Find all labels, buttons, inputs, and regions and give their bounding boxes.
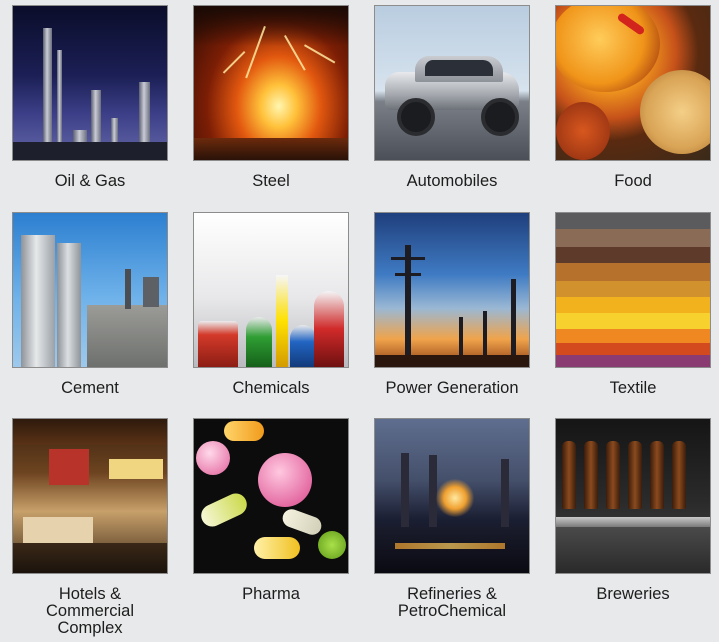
industry-tile-food[interactable]: Food xyxy=(555,5,719,200)
industry-tile-oil-gas[interactable]: Oil & Gas xyxy=(12,5,193,200)
industry-tile-automobiles[interactable]: Automobiles xyxy=(374,5,555,200)
industry-label: Automobiles xyxy=(406,172,498,190)
oil-gas-refinery-image xyxy=(12,5,168,161)
molten-steel-image xyxy=(193,5,349,161)
hotel-lobby-image xyxy=(12,418,168,574)
food-curry-image xyxy=(555,5,711,161)
industry-tile-pharma[interactable]: Pharma xyxy=(193,418,374,613)
car-image xyxy=(374,5,530,161)
industry-label: Pharma xyxy=(242,585,300,603)
industry-label: Refineries & PetroChemical xyxy=(397,585,507,620)
industry-label: Cement xyxy=(61,379,119,397)
industry-tile-chemicals[interactable]: Chemicals xyxy=(193,212,374,407)
industry-label: Power Generation xyxy=(385,379,519,397)
industry-tile-steel[interactable]: Steel xyxy=(193,5,374,200)
industry-label: Breweries xyxy=(596,585,670,603)
industries-grid: Oil & Gas Steel Automobiles Food Cement … xyxy=(0,0,719,642)
industry-label: Textile xyxy=(609,379,657,397)
cement-plant-image xyxy=(12,212,168,368)
pills-image xyxy=(193,418,349,574)
industry-label: Food xyxy=(614,172,652,190)
industry-tile-hotels-commercial-complex[interactable]: Hotels & Commercial Complex xyxy=(12,418,193,640)
industry-tile-breweries[interactable]: Breweries xyxy=(555,418,719,613)
industry-label: Chemicals xyxy=(232,379,310,397)
industry-label: Oil & Gas xyxy=(54,172,126,190)
fabric-layers-image xyxy=(555,212,711,368)
power-tower-image xyxy=(374,212,530,368)
industry-label: Hotels & Commercial Complex xyxy=(45,585,134,637)
industry-tile-power-generation[interactable]: Power Generation xyxy=(374,212,555,407)
beer-bottles-image xyxy=(555,418,711,574)
night-refinery-image xyxy=(374,418,530,574)
industry-label: Steel xyxy=(252,172,290,190)
industry-tile-textile[interactable]: Textile xyxy=(555,212,719,407)
industry-tile-cement[interactable]: Cement xyxy=(12,212,193,407)
lab-flasks-image xyxy=(193,212,349,368)
industry-tile-refineries-petrochemical[interactable]: Refineries & PetroChemical xyxy=(374,418,555,623)
